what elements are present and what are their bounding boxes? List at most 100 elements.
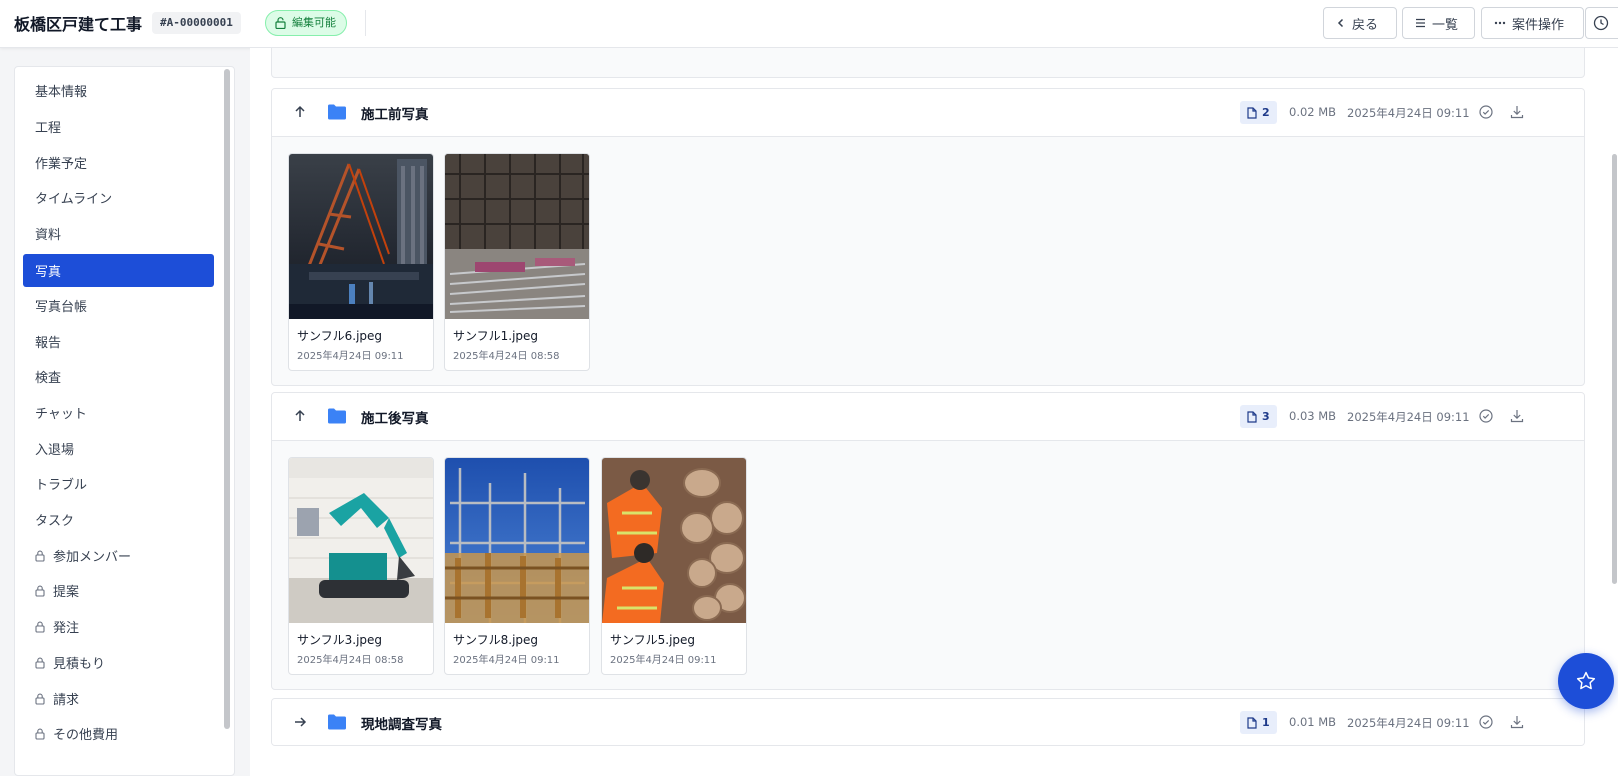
sidebar-item[interactable]: トラブル [23,467,214,500]
back-button[interactable]: 戻る [1323,7,1397,39]
sidebar-item[interactable]: 資料 [23,217,214,250]
folder-panel-before: 施工前写真 2 0.02 MB 2025年4月24日 09:11 サンフル6.j… [271,88,1585,386]
folder-date: 2025年4月24日 09:11 [1347,410,1470,424]
photo-card[interactable]: サンフル5.jpeg 2025年4月24日 09:11 [601,457,747,675]
sidebar-item[interactable]: 請求 [23,682,214,715]
sidebar-item[interactable]: 基本情報 [23,74,214,107]
sidebar-item[interactable]: 写真台帳 [23,289,214,322]
file-icon [1247,717,1257,729]
edit-status-label: 編集可能 [292,16,336,29]
photo-card[interactable]: サンフル3.jpeg 2025年4月24日 08:58 [288,457,434,675]
page-title: 板橋区戸建て工事 [14,15,143,34]
sidebar-item-label: その他費用 [53,728,119,743]
photo-thumbnail [445,458,589,623]
file-count-badge: 1 [1240,711,1277,734]
sidebar-item-label: 検査 [35,371,62,386]
photo-date: 2025年4月24日 09:11 [297,351,404,362]
download-icon[interactable] [1509,408,1525,424]
sidebar-item[interactable]: タスク [23,503,214,536]
edit-status-badge: 編集可能 [265,10,347,36]
folder-icon [328,714,346,730]
file-count: 3 [1262,410,1270,423]
list-icon [1416,18,1425,28]
arrow-up-icon[interactable] [292,104,308,120]
sidebar-item[interactable]: タイムライン [23,181,214,214]
sidebar-item-label: トラブル [35,478,88,493]
file-icon [1247,411,1257,423]
arrow-up-icon[interactable] [292,408,308,424]
folder-size: 0.03 MB [1289,409,1337,423]
sidebar-item[interactable]: 参加メンバー [23,539,214,572]
sidebar-item[interactable]: 写真 [23,254,214,287]
sidebar-item-label: 参加メンバー [53,550,132,565]
folder-header[interactable]: 施工後写真 3 0.03 MB 2025年4月24日 09:11 [272,393,1584,441]
folder-name: 現地調査写真 [361,717,442,733]
sidebar-item[interactable]: 工程 [23,110,214,143]
sidebar-item-label: 報告 [35,336,62,351]
download-icon[interactable] [1509,714,1525,730]
folder-name: 施工前写真 [361,107,429,123]
app-header: 板橋区戸建て工事 #A-00000001 編集可能 戻る 一覧 案件操作 [0,0,1618,48]
photo-name: サンフル1.jpeg [453,329,539,343]
sidebar-item[interactable]: 見積もり [23,646,214,679]
sidebar-item[interactable]: 入退場 [23,432,214,465]
previous-folder-panel [271,48,1585,78]
folder-name: 施工後写真 [361,411,429,427]
file-count-badge: 2 [1240,101,1277,124]
list-button[interactable]: 一覧 [1402,7,1475,39]
photo-date: 2025年4月24日 09:11 [453,655,560,666]
photo-thumbnail [289,154,433,319]
sidebar-item-label: タイムライン [35,192,113,207]
file-icon [1247,107,1257,119]
main-scrollbar[interactable] [1612,154,1617,584]
sidebar-item[interactable]: 報告 [23,325,214,358]
sidebar-item[interactable]: 作業予定 [23,146,214,179]
unlock-icon [275,17,286,29]
sidebar-item[interactable]: その他費用 [23,717,214,750]
folder-icon [328,408,346,424]
star-icon [1576,671,1596,690]
sidebar: 基本情報工程作業予定タイムライン 資料写真写真台帳報告検査チャット入退場トラブルタ… [14,66,235,776]
photo-name: サンフル6.jpeg [297,329,383,343]
lock-icon [35,728,45,740]
case-actions-button[interactable]: 案件操作 [1481,7,1584,39]
photo-card[interactable]: サンフル1.jpeg 2025年4月24日 08:58 [444,153,590,371]
sidebar-item-label: 工程 [35,121,62,136]
sidebar-item[interactable]: 検査 [23,360,214,393]
photo-thumbnail [289,458,433,623]
lock-icon [35,585,45,597]
sidebar-item-label: 入退場 [35,443,75,458]
photo-date: 2025年4月24日 08:58 [453,351,560,362]
sidebar-item-label: 写真 [35,265,62,280]
sidebar-item-label: チャット [35,407,87,422]
sidebar-item-label: 資料 [35,228,62,243]
lock-icon [35,550,45,562]
check-circle-icon[interactable] [1478,408,1494,424]
sidebar-item[interactable]: 発注 [23,610,214,643]
folder-date: 2025年4月24日 09:11 [1347,716,1470,730]
sidebar-scrollbar[interactable] [224,69,230,729]
photo-card[interactable]: サンフル8.jpeg 2025年4月24日 09:11 [444,457,590,675]
favorite-fab-button[interactable] [1558,653,1614,709]
download-icon[interactable] [1509,104,1525,120]
folder-date: 2025年4月24日 09:11 [1347,106,1470,120]
photo-name: サンフル8.jpeg [453,633,539,647]
photo-thumbnail [602,458,746,623]
case-actions-label: 案件操作 [1512,17,1565,33]
check-circle-icon[interactable] [1478,714,1494,730]
photo-card[interactable]: サンフル6.jpeg 2025年4月24日 09:11 [288,153,434,371]
chevron-left-icon [1337,18,1344,28]
photo-name: サンフル3.jpeg [297,633,383,647]
folder-header[interactable]: 施工前写真 2 0.02 MB 2025年4月24日 09:11 [272,89,1584,137]
folder-header[interactable]: 現地調査写真 1 0.01 MB 2025年4月24日 09:11 [272,699,1584,745]
arrow-right-icon[interactable] [292,714,308,730]
photo-thumbnail [445,154,589,319]
folder-icon [328,104,346,120]
folder-panel-survey: 現地調査写真 1 0.01 MB 2025年4月24日 09:11 [271,698,1585,746]
lock-icon [35,621,45,633]
sidebar-item[interactable]: 提案 [23,574,214,607]
check-circle-icon[interactable] [1478,104,1494,120]
sidebar-item[interactable]: チャット [23,396,214,429]
main-content: 施工前写真 2 0.02 MB 2025年4月24日 09:11 サンフル6.j… [250,48,1618,776]
history-button[interactable] [1585,7,1618,39]
